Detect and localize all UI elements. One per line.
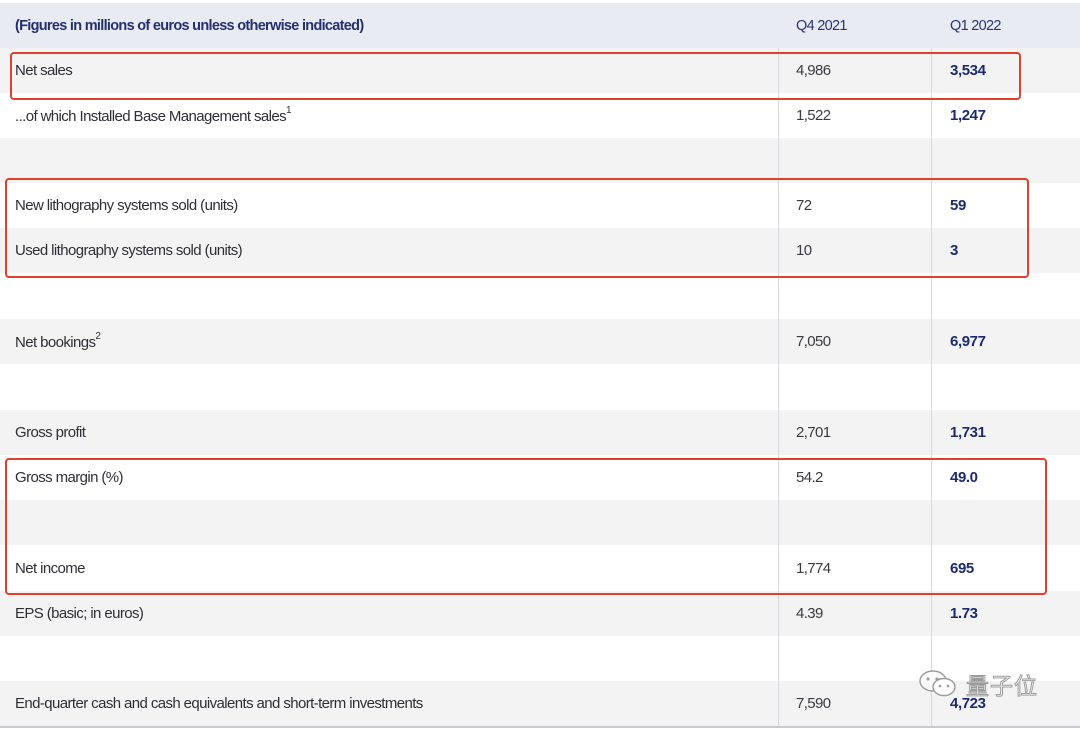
table-bottom-border xyxy=(0,726,1080,728)
row-q4-value: 54.2 xyxy=(796,469,823,486)
row-q1-value: 3 xyxy=(950,242,958,259)
row-label: Gross margin (%) xyxy=(15,469,124,486)
row-q1-value: 59 xyxy=(950,197,966,214)
table-row-spacer xyxy=(0,500,1080,545)
row-q4-value: 1,522 xyxy=(796,107,831,124)
row-label: End-quarter cash and cash equivalents an… xyxy=(15,695,423,712)
row-label: Gross profit xyxy=(15,424,86,441)
table-row: Gross margin (%) 54.2 49.0 xyxy=(0,455,1080,500)
table-row-spacer xyxy=(0,138,1080,183)
header-label: (Figures in millions of euros unless oth… xyxy=(15,17,364,34)
table-row-spacer xyxy=(0,273,1080,318)
watermark: 量子位 xyxy=(918,666,1058,702)
row-q1-value: 3,534 xyxy=(950,62,986,79)
table-row: New lithography systems sold (units) 72 … xyxy=(0,183,1080,228)
table-row: Gross profit 2,701 1,731 xyxy=(0,410,1080,455)
row-label: Net bookings2 xyxy=(15,330,101,351)
row-q4-value: 72 xyxy=(796,197,812,214)
row-label: ...of which Installed Base Management sa… xyxy=(15,104,292,125)
table-row: ...of which Installed Base Management sa… xyxy=(0,93,1080,138)
row-q4-value: 7,590 xyxy=(796,695,831,712)
row-q4-value: 4,986 xyxy=(796,62,831,79)
row-label: Net income xyxy=(15,560,85,577)
row-q1-value: 1.73 xyxy=(950,605,978,622)
wechat-icon xyxy=(918,669,958,699)
column-divider-q4 xyxy=(778,48,779,728)
row-q4-value: 10 xyxy=(796,242,812,259)
row-q1-value: 1,247 xyxy=(950,107,986,124)
table-row: EPS (basic; in euros) 4.39 1.73 xyxy=(0,591,1080,636)
table-row: Used lithography systems sold (units) 10… xyxy=(0,228,1080,273)
row-q4-value: 7,050 xyxy=(796,333,831,350)
watermark-text: 量子位 xyxy=(966,674,1038,701)
footnote-marker: 2 xyxy=(95,330,101,342)
row-q1-value: 695 xyxy=(950,560,974,577)
row-q4-value: 2,701 xyxy=(796,424,831,441)
row-label: Used lithography systems sold (units) xyxy=(15,242,243,259)
row-q1-value: 1,731 xyxy=(950,424,986,441)
row-label: Net sales xyxy=(15,62,73,79)
header-q1-2022: Q1 2022 xyxy=(950,17,1001,34)
table-row: Net bookings2 7,050 6,977 xyxy=(0,319,1080,364)
table-row-spacer xyxy=(0,364,1080,409)
row-q1-value: 6,977 xyxy=(950,333,986,350)
footnote-marker: 1 xyxy=(286,104,292,116)
table-header-row: (Figures in millions of euros unless oth… xyxy=(0,3,1080,48)
header-q4-2021: Q4 2021 xyxy=(796,17,847,34)
row-q4-value: 1,774 xyxy=(796,560,831,577)
row-label: New lithography systems sold (units) xyxy=(15,197,238,214)
table-row: Net income 1,774 695 xyxy=(0,546,1080,591)
row-q4-value: 4.39 xyxy=(796,605,823,622)
row-q1-value: 49.0 xyxy=(950,469,978,486)
financial-summary-table: (Figures in millions of euros unless oth… xyxy=(0,0,1080,730)
column-divider-q1 xyxy=(931,48,932,728)
row-label: EPS (basic; in euros) xyxy=(15,605,144,622)
table-row: Net sales 4,986 3,534 xyxy=(0,48,1080,93)
